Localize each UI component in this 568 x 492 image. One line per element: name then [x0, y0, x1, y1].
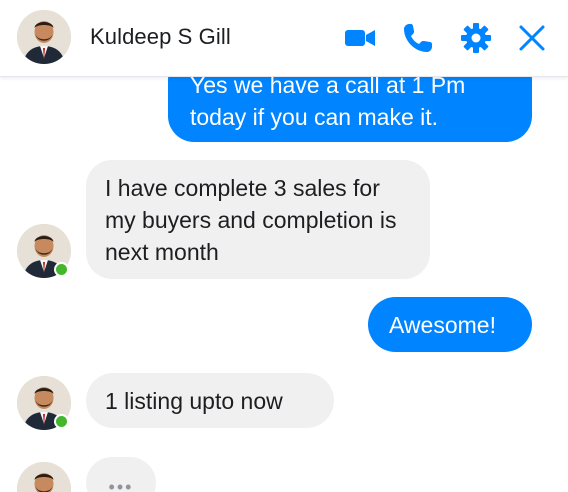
incoming-message-bubble[interactable]: I have complete 3 sales for my buyers an…	[86, 160, 430, 279]
online-status-dot	[54, 262, 69, 277]
settings-button[interactable]	[458, 20, 494, 56]
typing-indicator-bubble: •••	[86, 457, 156, 492]
contact-name[interactable]: Kuldeep S Gill	[90, 24, 231, 50]
outgoing-message-bubble[interactable]: Awesome!	[368, 297, 532, 352]
phone-icon	[404, 24, 432, 52]
person-photo-icon	[17, 462, 71, 492]
contact-avatar[interactable]	[17, 10, 71, 64]
incoming-message-bubble[interactable]: 1 listing upto now	[86, 373, 334, 428]
close-button[interactable]	[514, 20, 550, 56]
message-text: Yes we have a call at 1 Pm today if you …	[190, 76, 466, 130]
close-icon	[519, 25, 545, 51]
message-text: Awesome!	[389, 312, 496, 338]
typing-indicator-dots: •••	[108, 477, 134, 492]
message-text: I have complete 3 sales for my buyers an…	[105, 175, 397, 265]
chat-header: Kuldeep S Gill	[0, 0, 568, 77]
video-call-button[interactable]	[342, 20, 378, 56]
voice-call-button[interactable]	[400, 20, 436, 56]
person-photo-icon	[17, 10, 71, 64]
message-text: 1 listing upto now	[105, 388, 283, 414]
outgoing-message-bubble[interactable]: Yes we have a call at 1 Pm today if you …	[168, 76, 532, 142]
video-camera-icon	[345, 30, 375, 46]
contact-avatar-small[interactable]	[17, 462, 71, 492]
online-status-dot	[54, 414, 69, 429]
gear-icon	[461, 23, 491, 53]
message-thread[interactable]: Yes we have a call at 1 Pm today if you …	[0, 76, 568, 492]
